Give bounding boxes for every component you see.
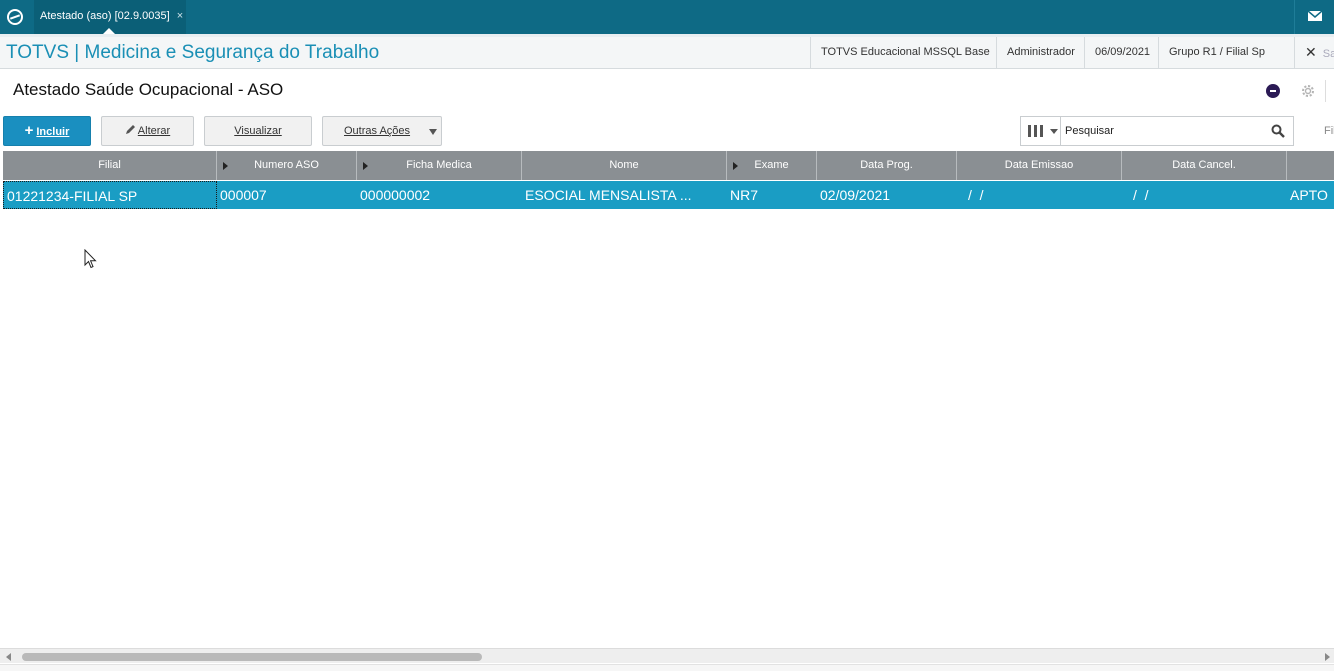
user-label[interactable]: Administrador: [996, 37, 1085, 68]
column-header-data-cancel[interactable]: Data Cancel.: [1122, 151, 1287, 180]
minus-circle-icon[interactable]: [1266, 84, 1280, 98]
exit-button[interactable]: ✕ Sair: [1294, 37, 1334, 68]
scroll-right-icon[interactable]: [1325, 653, 1330, 661]
cell-filial[interactable]: 01221234-FILIAL SP: [3, 181, 217, 209]
close-icon: ✕: [1305, 44, 1317, 60]
column-label: Filial: [98, 159, 121, 171]
gear-icon[interactable]: [1300, 83, 1316, 99]
column-label: Numero ASO: [254, 159, 319, 171]
cell-ficha-medica[interactable]: 000000002: [360, 181, 520, 209]
column-header-data-prog[interactable]: Data Prog.: [817, 151, 957, 180]
search-input[interactable]: [1065, 121, 1261, 141]
include-label: Incluir: [36, 126, 70, 138]
column-header-filial[interactable]: Filial: [3, 151, 217, 180]
column-header-nome[interactable]: Nome: [522, 151, 727, 180]
column-label: Data Prog.: [860, 159, 913, 171]
tab-close-icon[interactable]: ×: [177, 10, 183, 22]
column-header-data-emissao[interactable]: Data Emissao: [957, 151, 1122, 180]
totvs-logo-icon[interactable]: [6, 8, 24, 26]
column-selector-button[interactable]: [1021, 117, 1061, 145]
expand-arrow-icon: [223, 162, 228, 170]
column-header-numero-aso[interactable]: Numero ASO: [217, 151, 357, 180]
scrollbar-thumb[interactable]: [22, 653, 482, 661]
cell-exame[interactable]: NR7: [730, 181, 815, 209]
chevron-down-icon: [429, 129, 437, 135]
plus-icon: +: [24, 122, 34, 139]
column-header-ficha-medica[interactable]: Ficha Medica: [357, 151, 522, 180]
cell-data-cancel[interactable]: / /: [1133, 181, 1283, 209]
column-label: Exame: [754, 159, 789, 171]
page-title: Atestado Saúde Ocupacional - ASO: [13, 80, 284, 99]
date-label[interactable]: 06/09/2021: [1084, 37, 1160, 68]
filter-label[interactable]: Filtrar: [1324, 125, 1334, 137]
divider: [1325, 80, 1326, 102]
cell-data-emissao[interactable]: / /: [968, 181, 1118, 209]
environment-label[interactable]: TOTVS Educacional MSSQL Base: [810, 37, 1000, 68]
include-button[interactable]: + Incluir: [3, 116, 91, 146]
cell-resultado[interactable]: APTO: [1290, 181, 1334, 209]
other-actions-label: Outras Ações: [344, 125, 411, 137]
expand-arrow-icon: [363, 162, 368, 170]
alter-label: Alterar: [137, 125, 171, 137]
columns-icon: [1028, 125, 1043, 137]
column-label: Data Emissao: [1004, 159, 1074, 171]
app-title: TOTVS | Medicina e Segurança do Trabalho: [6, 42, 380, 63]
column-label: Nome: [609, 159, 639, 171]
column-header-resultado[interactable]: [1287, 151, 1334, 180]
branch-label[interactable]: Grupo R1 / Filial Sp: [1158, 37, 1275, 68]
cell-data-prog[interactable]: 02/09/2021: [820, 181, 955, 209]
tab-label: Atestado (aso) [02.9.0035]: [40, 10, 170, 22]
mail-button[interactable]: [1294, 0, 1334, 34]
view-button[interactable]: Visualizar: [204, 116, 312, 146]
top-tab-bar: Atestado (aso) [02.9.0035] ×: [0, 0, 1334, 34]
view-label: Visualizar: [234, 125, 282, 137]
search-icon[interactable]: [1271, 124, 1285, 138]
pencil-icon: [125, 125, 135, 134]
grid-header: Filial Numero ASO Ficha Medica Nome Exam…: [3, 151, 1334, 180]
column-label: Ficha Medica: [406, 159, 472, 171]
cell-numero-aso[interactable]: 000007: [220, 181, 355, 209]
mouse-cursor-icon: [84, 249, 97, 269]
column-header-exame[interactable]: Exame: [727, 151, 817, 180]
exit-label: Sair: [1322, 48, 1334, 60]
column-label: Data Cancel.: [1172, 159, 1236, 171]
expand-arrow-icon: [733, 162, 738, 170]
app-header: TOTVS | Medicina e Segurança do Trabalho…: [0, 37, 1334, 69]
search-box: [1020, 116, 1294, 146]
table-row[interactable]: 01221234-FILIAL SP 000007 000000002 ESOC…: [3, 181, 1334, 209]
alter-button[interactable]: Alterar: [101, 116, 194, 146]
cell-nome[interactable]: ESOCIAL MENSALISTA ...: [525, 181, 725, 209]
scroll-left-icon[interactable]: [6, 653, 11, 661]
status-strip: [0, 664, 1334, 671]
other-actions-button[interactable]: Outras Ações: [322, 116, 442, 146]
mail-icon: [1308, 11, 1322, 21]
chevron-down-icon: [1050, 129, 1058, 134]
horizontal-scrollbar[interactable]: [0, 648, 1334, 663]
